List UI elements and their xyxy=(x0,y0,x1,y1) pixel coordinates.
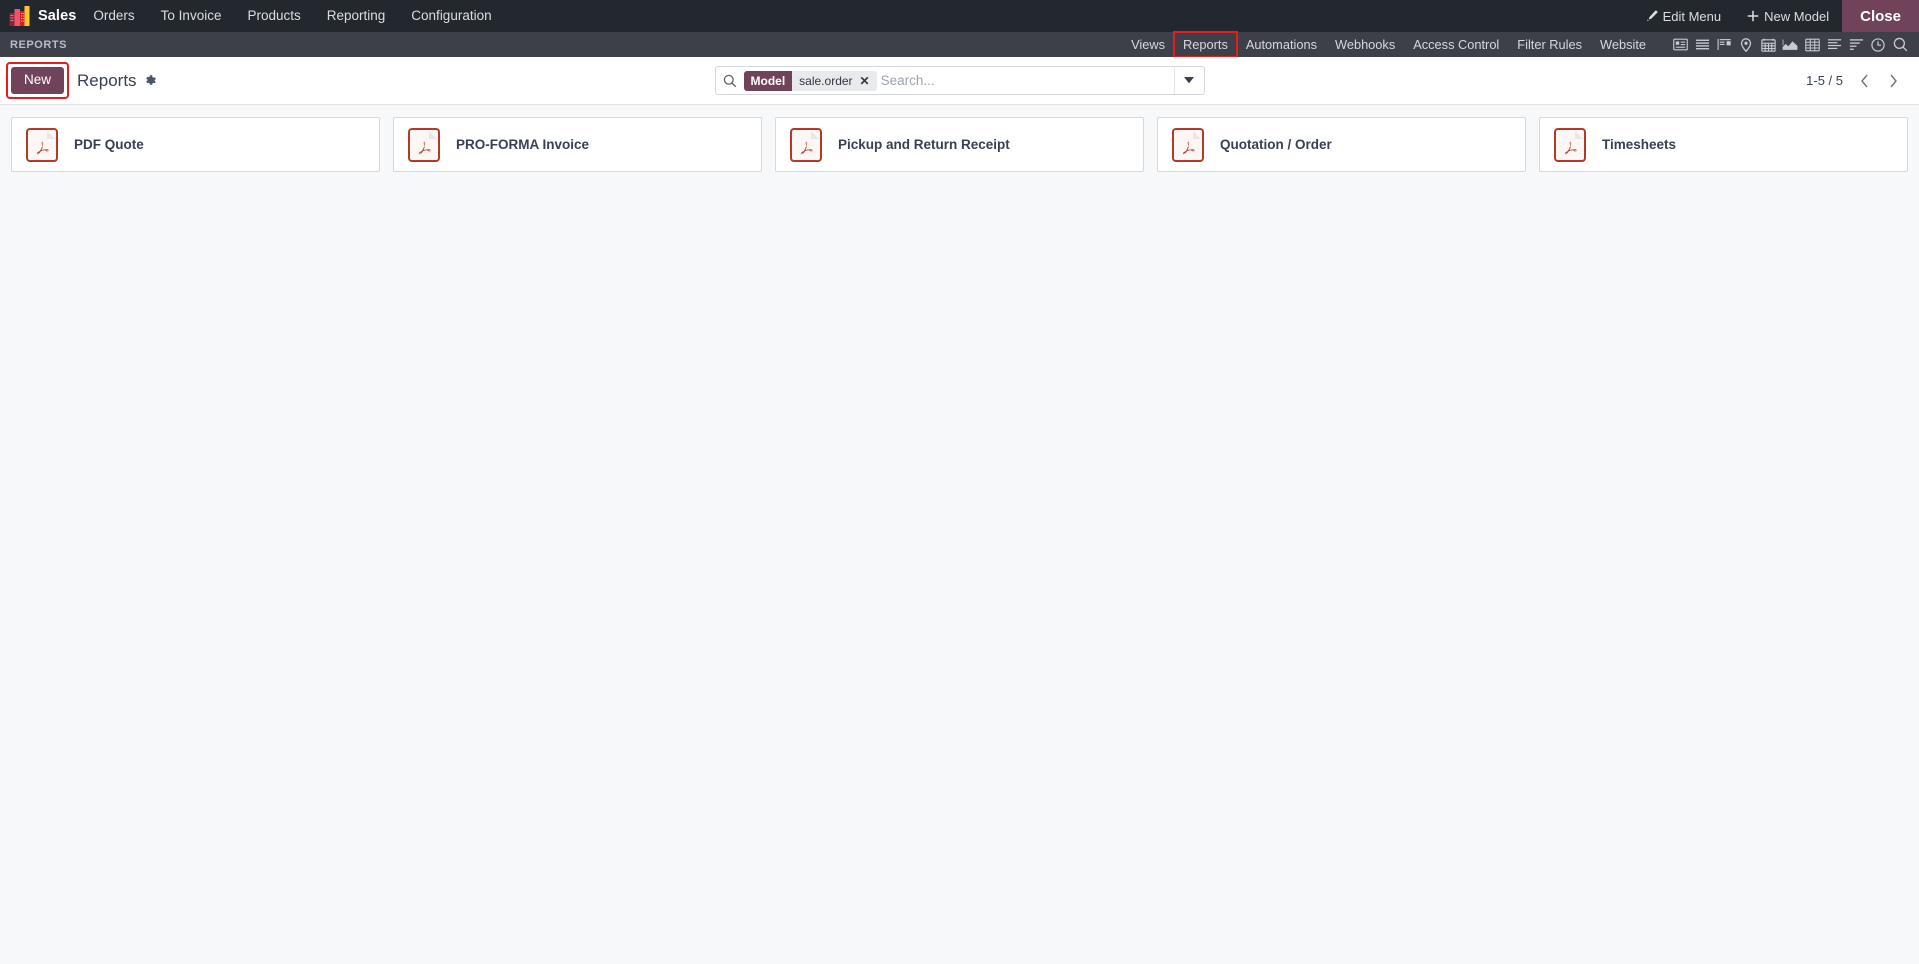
edit-menu-button[interactable]: Edit Menu xyxy=(1633,0,1735,32)
search-input[interactable] xyxy=(880,67,1174,94)
menu-item-reporting[interactable]: Reporting xyxy=(314,0,399,32)
report-card[interactable]: PDF Quote xyxy=(11,117,380,172)
kanban-view-icon[interactable] xyxy=(1669,32,1691,57)
report-card[interactable]: Quotation / Order xyxy=(1157,117,1526,172)
new-model-button[interactable]: New Model xyxy=(1734,0,1842,32)
pager: 1-5 / 5 xyxy=(1806,67,1907,94)
menu-item-configuration[interactable]: Configuration xyxy=(398,0,504,32)
pager-range: 1-5 / 5 xyxy=(1806,73,1843,88)
tab-webhooks[interactable]: Webhooks xyxy=(1326,32,1404,57)
pdf-file-icon xyxy=(26,127,58,162)
menu-item-products[interactable]: Products xyxy=(234,0,313,32)
dashboard-view-icon[interactable] xyxy=(1713,32,1735,57)
menu-item-orders[interactable]: Orders xyxy=(80,0,147,32)
tab-reports[interactable]: Reports xyxy=(1173,31,1238,58)
report-name: PRO-FORMA Invoice xyxy=(456,137,590,152)
calendar-view-icon[interactable] xyxy=(1757,32,1779,57)
search-icon xyxy=(716,74,744,88)
pivot-view-icon[interactable] xyxy=(1801,32,1823,57)
graph-view-icon[interactable] xyxy=(1779,32,1801,57)
control-panel-left: New Reports xyxy=(0,62,157,99)
pencil-icon xyxy=(1646,10,1658,22)
pdf-file-icon xyxy=(1172,127,1204,162)
pdf-file-icon xyxy=(408,127,440,162)
list-view-icon[interactable] xyxy=(1691,32,1713,57)
map-view-icon[interactable] xyxy=(1735,32,1757,57)
report-name: Timesheets xyxy=(1602,137,1677,152)
chevron-right-icon[interactable] xyxy=(1880,67,1907,94)
studio-tabs: Views Reports Automations Webhooks Acces… xyxy=(1122,31,1919,58)
search-view-icon[interactable] xyxy=(1889,32,1911,57)
pdf-file-icon xyxy=(1554,127,1586,162)
close-studio-button[interactable]: Close xyxy=(1842,0,1919,32)
report-name: PDF Quote xyxy=(74,137,144,152)
report-card[interactable]: Timesheets xyxy=(1539,117,1908,172)
close-icon[interactable]: ✕ xyxy=(860,75,872,87)
search-facet-model[interactable]: Model sale.order ✕ xyxy=(743,70,877,91)
report-card[interactable]: Pickup and Return Receipt xyxy=(775,117,1144,172)
activity-view-icon[interactable] xyxy=(1867,32,1889,57)
search-view: Model sale.order ✕ xyxy=(714,66,1205,95)
edit-menu-label: Edit Menu xyxy=(1662,8,1722,24)
tab-website[interactable]: Website xyxy=(1591,32,1655,57)
report-name: Quotation / Order xyxy=(1220,137,1332,152)
form-view-icon[interactable] xyxy=(1823,32,1845,57)
menu-item-to-invoice[interactable]: To Invoice xyxy=(148,0,235,32)
sales-app-icon xyxy=(9,6,30,26)
search-facet-label: Model xyxy=(743,70,793,91)
studio-section-title: REPORTS xyxy=(10,38,68,51)
caret-down-icon[interactable] xyxy=(1173,67,1204,94)
app-name: Sales xyxy=(38,8,77,24)
top-navbar: Sales Orders To Invoice Products Reporti… xyxy=(0,0,1919,32)
reports-list: PDF Quote PRO-FORMA Invoice Pickup and R… xyxy=(11,117,1908,172)
reports-content: PDF Quote PRO-FORMA Invoice Pickup and R… xyxy=(0,105,1919,964)
new-model-label: New Model xyxy=(1764,8,1830,24)
page-title: Reports xyxy=(77,70,137,90)
report-name: Pickup and Return Receipt xyxy=(838,137,1010,152)
control-panel: New Reports Model sale.order ✕ Search...… xyxy=(0,57,1919,105)
breadcrumb: Reports xyxy=(77,71,157,91)
app-brand[interactable]: Sales xyxy=(0,0,80,32)
tab-filter-rules[interactable]: Filter Rules xyxy=(1508,32,1591,57)
tab-automations[interactable]: Automations xyxy=(1237,32,1326,57)
report-card[interactable]: PRO-FORMA Invoice xyxy=(393,117,762,172)
navbar-actions: Edit Menu New Model Close xyxy=(1633,0,1919,32)
new-button-highlight: New xyxy=(5,62,70,99)
search-facet-value: sale.order xyxy=(799,73,853,88)
new-button[interactable]: New xyxy=(11,67,65,94)
chevron-left-icon[interactable] xyxy=(1851,67,1878,94)
studio-navbar: REPORTS Views Reports Automations Webhoo… xyxy=(0,31,1919,58)
studio-view-icons xyxy=(1655,32,1919,57)
search-facet-value-wrap: sale.order ✕ xyxy=(792,70,877,91)
tab-access-control[interactable]: Access Control xyxy=(1404,32,1508,57)
tab-views[interactable]: Views xyxy=(1122,32,1174,57)
gear-icon[interactable] xyxy=(144,74,157,87)
pdf-file-icon xyxy=(790,127,822,162)
main-menu: Orders To Invoice Products Reporting Con… xyxy=(80,0,504,32)
plus-icon xyxy=(1747,10,1759,22)
gantt-view-icon[interactable] xyxy=(1845,32,1867,57)
